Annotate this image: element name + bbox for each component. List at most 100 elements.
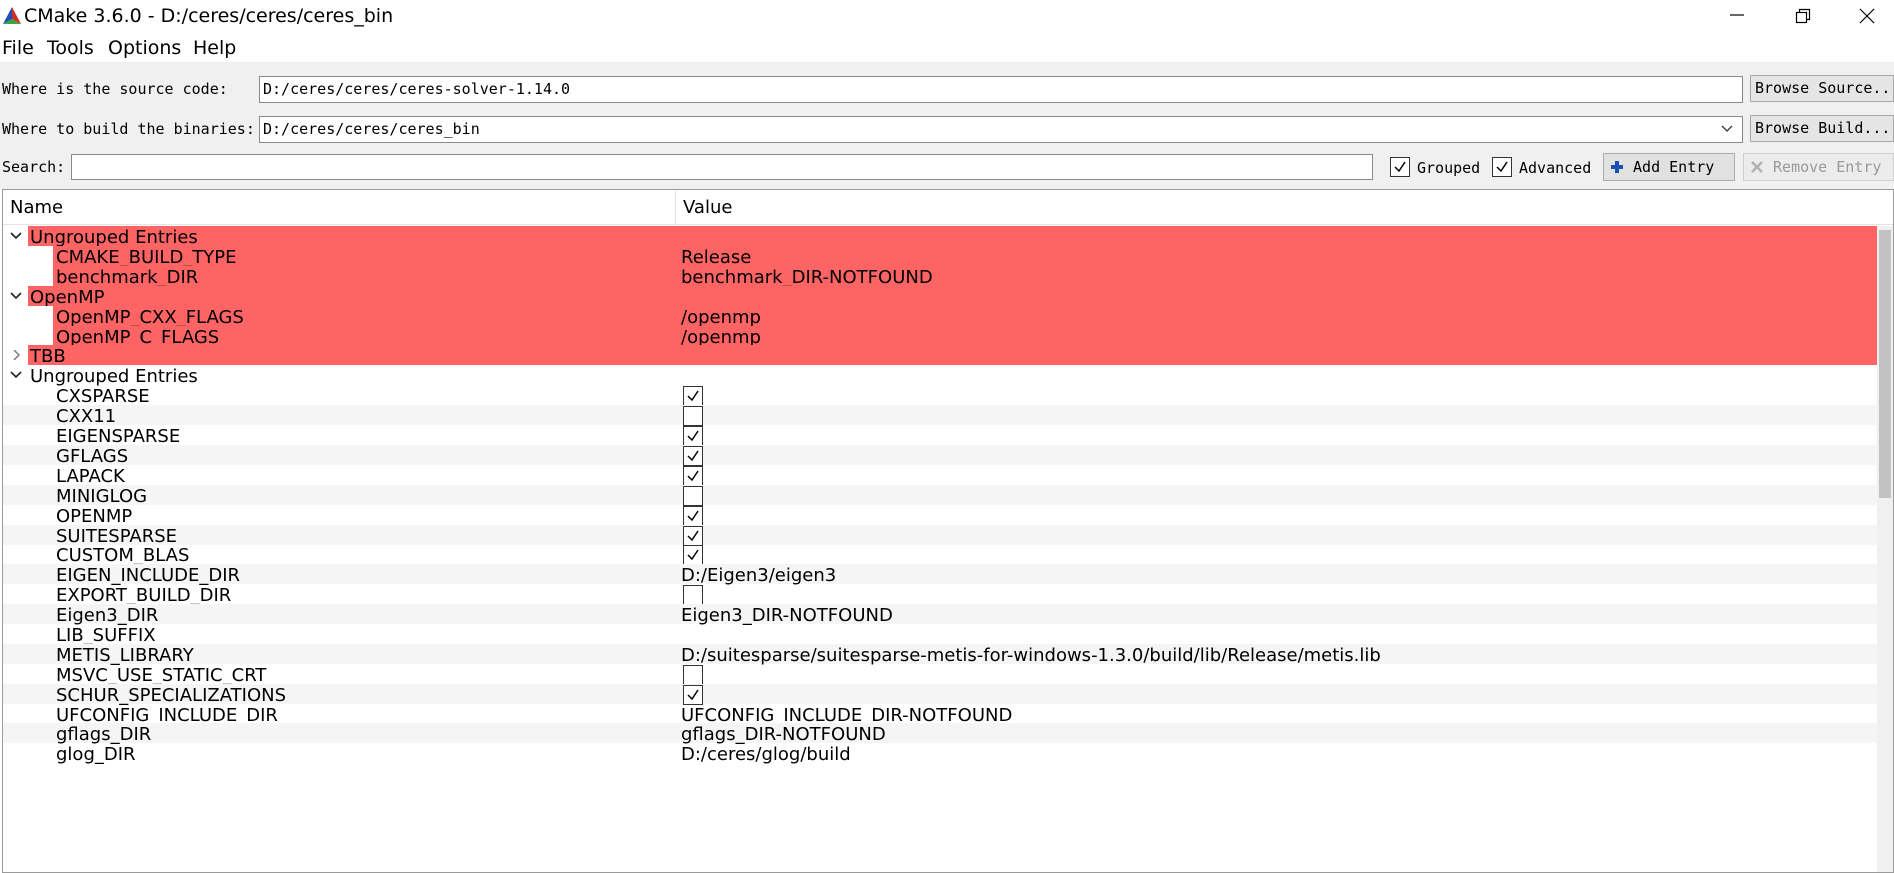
- chevron-down-icon[interactable]: [9, 291, 23, 301]
- entry-value[interactable]: D:/ceres/glog/build: [681, 745, 851, 765]
- table-row[interactable]: OPENMP: [3, 505, 1877, 527]
- menu-file[interactable]: File: [2, 36, 34, 60]
- entry-checkbox[interactable]: [683, 406, 703, 426]
- entry-checkbox[interactable]: [683, 685, 703, 705]
- scrollbar-thumb[interactable]: [1879, 230, 1891, 498]
- minimize-button[interactable]: [1708, 0, 1768, 34]
- entry-value[interactable]: benchmark_DIR-NOTFOUND: [681, 268, 933, 288]
- checkmark-icon: [1496, 161, 1508, 173]
- entry-name: CMAKE_BUILD_TYPE: [56, 247, 237, 268]
- add-entry-button[interactable]: Add Entry: [1603, 153, 1735, 181]
- remove-entry-label: Remove Entry: [1773, 158, 1882, 176]
- entry-value[interactable]: Eigen3_DIR-NOTFOUND: [681, 606, 893, 626]
- title-bar: CMake 3.6.0 - D:/ceres/ceres/ceres_bin: [0, 0, 1894, 34]
- checkmark-icon: [687, 390, 699, 402]
- chevron-down-icon[interactable]: [9, 370, 23, 380]
- entry-name: SCHUR_SPECIALIZATIONS: [56, 685, 287, 706]
- table-row[interactable]: UFCONFIG_INCLUDE_DIR UFCONFIG_INCLUDE_DIR…: [3, 704, 1877, 726]
- group-row[interactable]: Ungrouped Entries: [3, 226, 1877, 250]
- chevron-right-icon[interactable]: [9, 350, 23, 360]
- entry-checkbox[interactable]: [683, 585, 703, 605]
- table-row[interactable]: SCHUR_SPECIALIZATIONS: [3, 684, 1877, 706]
- entry-name: gflags_DIR: [56, 724, 152, 745]
- restore-button[interactable]: [1774, 0, 1834, 34]
- table-row[interactable]: CXSPARSE: [3, 385, 1877, 407]
- checkmark-icon: [687, 450, 699, 462]
- entry-checkbox[interactable]: [683, 386, 703, 406]
- column-divider[interactable]: [675, 190, 676, 225]
- group-row[interactable]: OpenMP: [3, 286, 1877, 310]
- build-path-combobox[interactable]: D:/ceres/ceres/ceres_bin: [259, 116, 1743, 143]
- menu-tools[interactable]: Tools: [47, 36, 94, 60]
- table-row[interactable]: METIS_LIBRARY D:/suitesparse/suitesparse-…: [3, 644, 1877, 666]
- advanced-checkbox[interactable]: [1492, 157, 1512, 177]
- entry-value[interactable]: gflags_DIR-NOTFOUND: [681, 725, 886, 745]
- entry-name: EIGENSPARSE: [56, 426, 181, 447]
- table-row[interactable]: GFLAGS: [3, 445, 1877, 467]
- menu-help[interactable]: Help: [193, 36, 236, 60]
- close-button[interactable]: [1838, 0, 1894, 34]
- table-row[interactable]: SUITESPARSE: [3, 525, 1877, 547]
- grouped-checkbox[interactable]: [1390, 157, 1410, 177]
- entry-value[interactable]: /openmp: [681, 308, 761, 328]
- entry-checkbox[interactable]: [683, 665, 703, 685]
- group-label: Ungrouped Entries: [30, 366, 198, 387]
- table-row[interactable]: CUSTOM_BLAS: [3, 544, 1877, 566]
- chevron-down-icon[interactable]: [1720, 124, 1734, 134]
- entry-checkbox[interactable]: [683, 446, 703, 466]
- entry-name: LIB_SUFFIX: [56, 625, 156, 646]
- table-row[interactable]: EIGENSPARSE: [3, 425, 1877, 447]
- entry-checkbox[interactable]: [683, 545, 703, 565]
- table-row[interactable]: Eigen3_DIR Eigen3_DIR-NOTFOUND: [3, 604, 1877, 626]
- table-row[interactable]: MSVC_USE_STATIC_CRT: [3, 664, 1877, 686]
- entry-checkbox[interactable]: [683, 506, 703, 526]
- table-row[interactable]: EIGEN_INCLUDE_DIR D:/Eigen3/eigen3: [3, 564, 1877, 586]
- table-row[interactable]: benchmark_DIR benchmark_DIR-NOTFOUND: [3, 266, 1877, 290]
- checkmark-icon: [687, 430, 699, 442]
- table-row[interactable]: MINIGLOG: [3, 485, 1877, 507]
- table-row[interactable]: OpenMP_CXX_FLAGS/openmp: [3, 306, 1877, 330]
- vertical-scrollbar[interactable]: [1877, 226, 1893, 872]
- minimize-icon: [1730, 14, 1744, 16]
- menu-options[interactable]: Options: [108, 36, 181, 60]
- entry-checkbox[interactable]: [683, 526, 703, 546]
- checkmark-icon: [687, 549, 699, 561]
- table-row[interactable]: CMAKE_BUILD_TYPE Release: [3, 246, 1877, 270]
- table-row[interactable]: CXX11: [3, 405, 1877, 427]
- entry-name: glog_DIR: [56, 744, 136, 765]
- column-value-header[interactable]: Value: [683, 198, 732, 218]
- browse-source-button[interactable]: Browse Source...: [1750, 75, 1894, 102]
- entry-value[interactable]: D:/Eigen3/eigen3: [681, 566, 836, 586]
- entry-name: OpenMP_CXX_FLAGS: [56, 307, 244, 328]
- menu-bar: File Tools Options Help: [0, 36, 1894, 62]
- advanced-label: Advanced: [1519, 159, 1592, 177]
- entry-value[interactable]: Release: [681, 248, 751, 268]
- search-input[interactable]: [71, 154, 1373, 180]
- table-row[interactable]: EXPORT_BUILD_DIR: [3, 584, 1877, 606]
- column-name-header[interactable]: Name: [10, 198, 63, 218]
- entry-name: EXPORT_BUILD_DIR: [56, 585, 232, 606]
- table-row[interactable]: glog_DIR D:/ceres/glog/build: [3, 743, 1877, 765]
- add-entry-label: Add Entry: [1633, 158, 1715, 176]
- cmake-logo-icon: [3, 7, 21, 24]
- remove-entry-button[interactable]: Remove Entry: [1743, 153, 1894, 181]
- browse-build-button[interactable]: Browse Build...: [1750, 115, 1894, 142]
- group-row[interactable]: Ungrouped Entries: [3, 365, 1877, 387]
- cache-tree-table: Name Value Ungrouped Entries CMAKE_BUILD_…: [2, 189, 1894, 873]
- entry-name: Eigen3_DIR: [56, 605, 159, 626]
- checkmark-icon: [1394, 161, 1406, 173]
- table-row[interactable]: OpenMP_C_FLAGS/openmp: [3, 326, 1877, 350]
- entry-value[interactable]: D:/suitesparse/suitesparse-metis-for-win…: [681, 646, 1381, 666]
- chevron-down-icon[interactable]: [9, 231, 23, 241]
- source-path-input[interactable]: D:/ceres/ceres/ceres-solver-1.14.0: [259, 76, 1743, 103]
- entry-checkbox[interactable]: [683, 486, 703, 506]
- table-row[interactable]: LIB_SUFFIX: [3, 624, 1877, 646]
- grouped-label: Grouped: [1417, 159, 1481, 177]
- table-row[interactable]: gflags_DIR gflags_DIR-NOTFOUND: [3, 723, 1877, 745]
- table-row[interactable]: LAPACK: [3, 465, 1877, 487]
- checkmark-icon: [687, 470, 699, 482]
- build-label: Where to build the binaries:: [2, 120, 255, 138]
- entry-checkbox[interactable]: [683, 466, 703, 486]
- entry-checkbox[interactable]: [683, 426, 703, 446]
- group-row[interactable]: TBB: [3, 345, 1877, 369]
